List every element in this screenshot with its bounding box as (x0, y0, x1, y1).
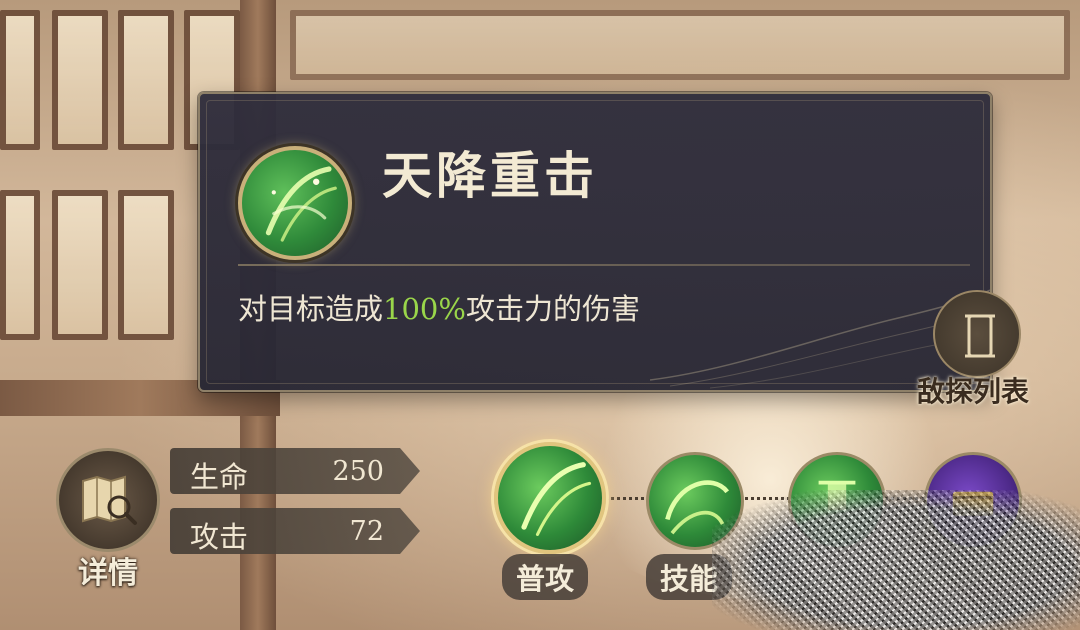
window-panel (0, 190, 40, 340)
window-panel (118, 190, 174, 340)
stat-attack: 攻击 72 (170, 508, 420, 554)
stat-hp: 生命 250 (170, 448, 420, 494)
window-panel (0, 10, 40, 150)
enemy-list-button[interactable]: 敌探列表 (915, 290, 1040, 410)
scroll-icon (933, 290, 1021, 378)
skill-normal-attack-label: 普攻 (502, 554, 589, 600)
window-panel (52, 10, 108, 150)
stat-hp-value: 250 (332, 456, 384, 487)
skill-normal-attack[interactable]: 普攻 (490, 440, 610, 600)
description-suffix: 攻击力的伤害 (465, 292, 640, 326)
skill-slash-icon (238, 146, 352, 260)
description-prefix: 对目标造成 (238, 292, 384, 326)
stat-attack-name: 攻击 (190, 520, 249, 554)
skill-tooltip: 天降重击 对目标造成100%攻击力的伤害 (198, 92, 992, 392)
map-magnifier-icon (56, 448, 160, 552)
enemy-list-label: 敌探列表 (917, 375, 1030, 408)
detail-button[interactable]: 详情 (56, 440, 166, 591)
slash-icon (494, 442, 606, 554)
skill-name: 天降重击 (382, 146, 598, 205)
upper-window-strip (290, 10, 1070, 80)
window-panel (118, 10, 174, 150)
stat-attack-value: 72 (349, 516, 384, 547)
detail-label: 详情 (78, 556, 138, 591)
obscured-region (712, 490, 1080, 630)
window-panel (52, 190, 108, 340)
stat-hp-name: 生命 (190, 460, 249, 494)
description-highlight: 100% (383, 292, 466, 326)
skill-description: 对目标造成100%攻击力的伤害 (238, 286, 640, 328)
